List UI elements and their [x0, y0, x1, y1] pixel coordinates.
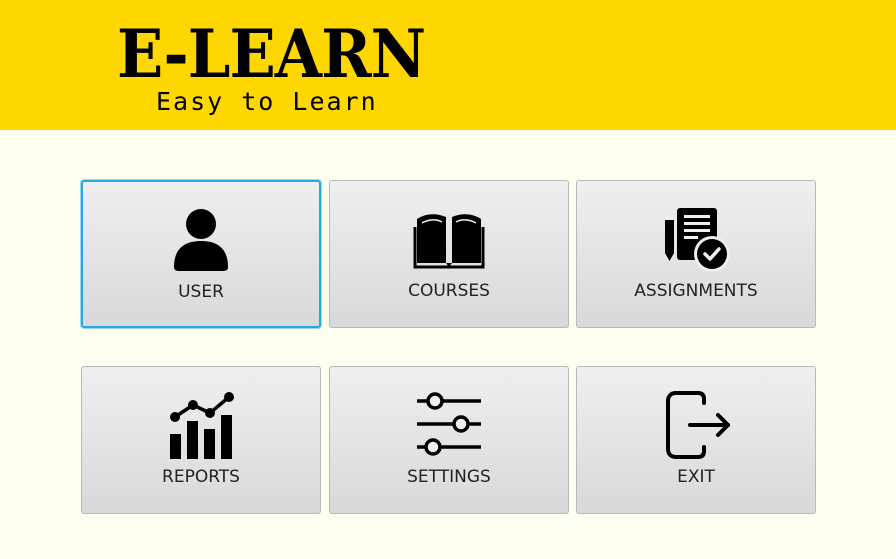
logo-tagline: Easy to Learn [156, 87, 378, 116]
user-icon [165, 204, 237, 276]
settings-button[interactable]: SETTINGS [329, 366, 569, 514]
courses-button[interactable]: COURSES [329, 180, 569, 328]
chart-icon [165, 389, 237, 461]
sliders-icon [413, 389, 485, 461]
user-button-label: USER [178, 282, 224, 302]
logo-title: E-LEARN [117, 15, 426, 93]
settings-button-label: SETTINGS [407, 467, 491, 487]
exit-button[interactable]: EXIT [576, 366, 816, 514]
assignment-icon [660, 203, 732, 275]
user-button[interactable]: USER [81, 180, 321, 328]
exit-icon [660, 389, 732, 461]
reports-button[interactable]: REPORTS [81, 366, 321, 514]
assignments-button-label: ASSIGNMENTS [634, 281, 758, 301]
app-header: E-LEARN Easy to Learn [0, 0, 896, 130]
exit-button-label: EXIT [677, 467, 715, 487]
book-icon [413, 203, 485, 275]
assignments-button[interactable]: ASSIGNMENTS [576, 180, 816, 328]
reports-button-label: REPORTS [162, 467, 240, 487]
courses-button-label: COURSES [408, 281, 490, 301]
